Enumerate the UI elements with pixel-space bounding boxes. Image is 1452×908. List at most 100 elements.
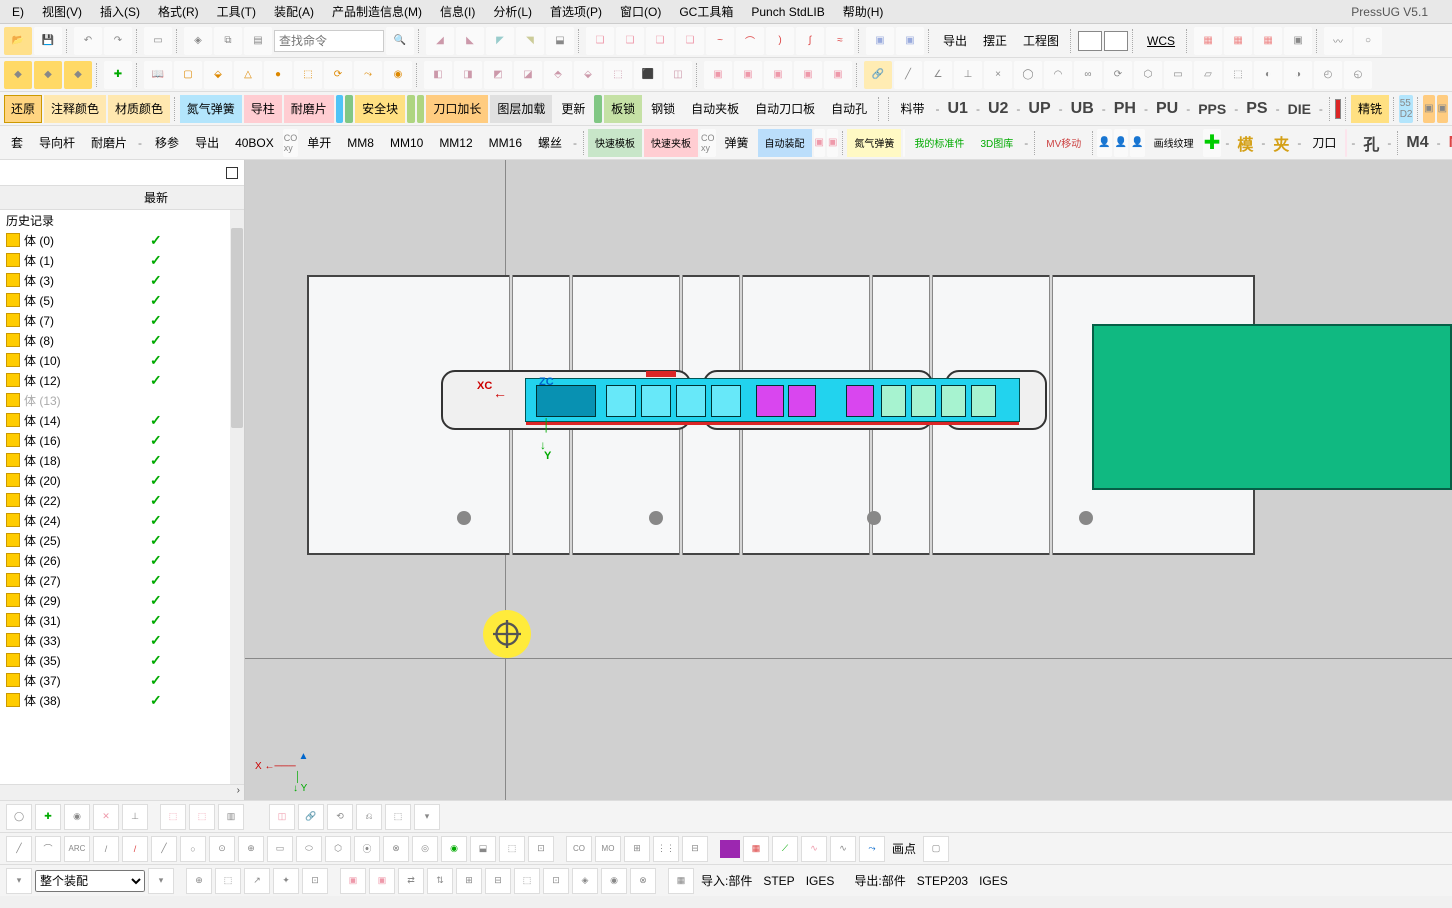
outline-icon[interactable]: ▢	[923, 836, 949, 862]
tree-item[interactable]: 体 (8)✓	[0, 330, 244, 350]
layer-icon[interactable]: ▤	[244, 27, 272, 55]
profile2-icon[interactable]: 👤	[1114, 129, 1128, 157]
s8-icon[interactable]: ▣	[369, 868, 395, 894]
bt14-icon[interactable]: ▾	[414, 804, 440, 830]
box2-icon[interactable]: ▣	[896, 27, 924, 55]
move-ref-btn[interactable]: 移参	[148, 129, 186, 157]
rect-icon[interactable]: ▭	[267, 836, 293, 862]
tree-scrollbar[interactable]	[230, 210, 244, 784]
menu-assembly[interactable]: 装配(A)	[266, 1, 322, 22]
s14-icon[interactable]: ⊡	[543, 868, 569, 894]
bt8-icon[interactable]: ▥	[218, 804, 244, 830]
ph-label[interactable]: PH	[1110, 100, 1140, 118]
spline-icon[interactable]: 〰	[1324, 27, 1352, 55]
update-btn[interactable]: 更新	[554, 95, 592, 123]
pink1-icon[interactable]: ▣	[704, 61, 732, 89]
undo-icon[interactable]: ↶	[74, 27, 102, 55]
s7-icon[interactable]: ▣	[340, 868, 366, 894]
tree-item[interactable]: 体 (35)✓	[0, 650, 244, 670]
sk11-icon[interactable]: ▱	[1194, 61, 1222, 89]
pt2-icon[interactable]: ⊗	[383, 836, 409, 862]
restore-btn[interactable]: 还原	[4, 95, 42, 123]
pt4-icon[interactable]: ◉	[441, 836, 467, 862]
open-icon[interactable]: 📂	[4, 27, 32, 55]
s3-icon[interactable]: ⬚	[215, 868, 241, 894]
kong-label[interactable]: 孔	[1359, 131, 1383, 155]
sk10-icon[interactable]: ▭	[1164, 61, 1192, 89]
bt12-icon[interactable]: ⎌	[356, 804, 382, 830]
sweep-icon[interactable]: ⤳	[354, 61, 382, 89]
auto-assembly-btn[interactable]: 自动装配	[758, 129, 812, 157]
pt1-icon[interactable]: ⦿	[354, 836, 380, 862]
green-sq2-icon[interactable]	[594, 95, 602, 123]
mm12-btn[interactable]: MM12	[432, 129, 479, 157]
iges2-label[interactable]: IGES	[975, 874, 1012, 888]
import-label[interactable]: 导入:部件	[697, 872, 756, 889]
surf3-icon[interactable]: ◤	[486, 27, 514, 55]
hatch1-icon[interactable]: ▦	[743, 836, 769, 862]
solid4-icon[interactable]: ◪	[514, 61, 542, 89]
s5-icon[interactable]: ✦	[273, 868, 299, 894]
solid7-icon[interactable]: ⬚	[604, 61, 632, 89]
tree-item[interactable]: 体 (12)✓	[0, 370, 244, 390]
mm8-btn[interactable]: MM8	[340, 129, 381, 157]
edge-extend-btn[interactable]: 刀口加长	[426, 95, 488, 123]
sk5-icon[interactable]: ◯	[1014, 61, 1042, 89]
wire2-icon[interactable]: ▦	[1224, 27, 1252, 55]
wearplate-btn[interactable]: 耐磨片	[284, 95, 334, 123]
safety-block-btn[interactable]: 安全块	[355, 95, 405, 123]
circ3-icon[interactable]: ⊕	[238, 836, 264, 862]
menu-insert[interactable]: 插入(S)	[92, 1, 148, 22]
single-open-btn[interactable]: 单开	[300, 129, 338, 157]
history-root[interactable]: 历史记录	[0, 210, 244, 230]
s15-icon[interactable]: ◈	[572, 868, 598, 894]
curve2-icon[interactable]: ⌒	[736, 27, 764, 55]
pt7-icon[interactable]: ⊡	[528, 836, 554, 862]
s11-icon[interactable]: ⊞	[456, 868, 482, 894]
red-swatch[interactable]	[1335, 99, 1342, 119]
copy2-icon[interactable]: COxy	[700, 129, 716, 157]
menu-window[interactable]: 窗口(O)	[612, 1, 669, 22]
export2-btn[interactable]: 导出	[188, 129, 226, 157]
box-icon[interactable]: ▢	[174, 61, 202, 89]
lime1-icon[interactable]	[407, 95, 415, 123]
tree-item[interactable]: 体 (14)✓	[0, 410, 244, 430]
pt5-icon[interactable]: ⬓	[470, 836, 496, 862]
menu-file[interactable]: E)	[4, 3, 32, 21]
lime2-icon[interactable]	[417, 95, 425, 123]
s16-icon[interactable]: ◉	[601, 868, 627, 894]
die-label[interactable]: DIE	[1284, 101, 1315, 117]
menu-pmi[interactable]: 产品制造信息(M)	[324, 1, 430, 22]
wire3-icon[interactable]: ▦	[1254, 27, 1282, 55]
solid9-icon[interactable]: ◫	[664, 61, 692, 89]
scroll-right-icon[interactable]: ›	[237, 785, 240, 800]
tree-item[interactable]: 体 (0)✓	[0, 230, 244, 250]
sk1-icon[interactable]: ╱	[894, 61, 922, 89]
search-go-icon[interactable]: 🔍	[386, 27, 414, 55]
line4-icon[interactable]: ╱	[151, 836, 177, 862]
hatch2-icon[interactable]: ⟋	[772, 836, 798, 862]
sheet2-icon[interactable]: ❑	[616, 27, 644, 55]
copy-xy-icon[interactable]: COxy	[283, 129, 299, 157]
export-label2[interactable]: 导出:部件	[850, 872, 909, 889]
oval-icon[interactable]: ⬭	[296, 836, 322, 862]
sk13-icon[interactable]: ◐	[1254, 61, 1282, 89]
tree-item[interactable]: 体 (33)✓	[0, 630, 244, 650]
pt3-icon[interactable]: ◎	[412, 836, 438, 862]
solid8-icon[interactable]: ⬛	[634, 61, 662, 89]
s17-icon[interactable]: ⊗	[630, 868, 656, 894]
sheet1-icon[interactable]: ❑	[586, 27, 614, 55]
arr3-icon[interactable]: ⊟	[682, 836, 708, 862]
sk12-icon[interactable]: ⬚	[1224, 61, 1252, 89]
plus-icon[interactable]: ✚	[1203, 129, 1222, 157]
jia-label[interactable]: 夹	[1269, 131, 1293, 155]
draw-texture-btn[interactable]: 画线纹理	[1147, 129, 1201, 157]
copy3-icon[interactable]: CO	[566, 836, 592, 862]
solid1-icon[interactable]: ◧	[424, 61, 452, 89]
s13-icon[interactable]: ⬚	[514, 868, 540, 894]
hatch4-icon[interactable]: ∿	[830, 836, 856, 862]
up-label[interactable]: UP	[1024, 100, 1054, 118]
surf1-icon[interactable]: ◢	[426, 27, 454, 55]
menu-prefs[interactable]: 首选项(P)	[542, 1, 610, 22]
pu-label[interactable]: PU	[1152, 100, 1182, 118]
